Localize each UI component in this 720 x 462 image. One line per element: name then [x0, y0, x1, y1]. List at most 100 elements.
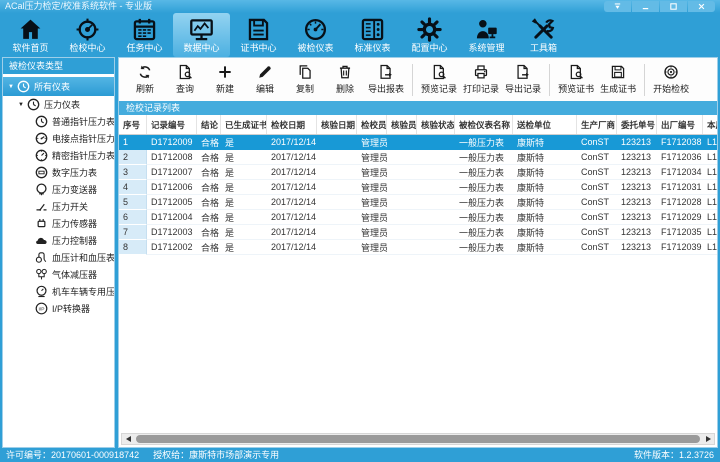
scroll-right-button[interactable] [702, 434, 714, 444]
column-header[interactable]: 送检单位 [513, 115, 577, 134]
tree-item-locomotive-gauge[interactable]: 机车车辆专用压力表 [3, 283, 114, 300]
maximize-button[interactable] [660, 1, 687, 12]
column-header[interactable]: 核验员 [387, 115, 417, 134]
tree-item-label: I/P转换器 [52, 302, 90, 315]
table-cell [387, 165, 417, 180]
tab-standard-instruments[interactable]: 标准仪表 [344, 13, 401, 57]
tab-data-center[interactable]: 数据中心 [173, 13, 230, 57]
table-cell: ConST [577, 165, 617, 180]
column-header[interactable]: 委托单号 [617, 115, 657, 134]
table-cell: 合格 [197, 165, 221, 180]
tree-item-all-instruments[interactable]: ▼所有仪表 [3, 77, 114, 96]
table-cell: 6 [119, 210, 147, 225]
table-cell: 康斯特 [513, 210, 577, 225]
tree-item-label: 机车车辆专用压力表 [52, 285, 115, 298]
scroll-right-icon [706, 436, 711, 442]
copy-button[interactable]: 复制 [285, 60, 325, 100]
delete-button[interactable]: 删除 [325, 60, 365, 100]
table-cell [317, 180, 357, 195]
table-cell: 2017/12/14 [267, 150, 317, 165]
close-button[interactable] [688, 1, 715, 12]
column-header[interactable]: 核验日期 [317, 115, 357, 134]
tree-item-label: 所有仪表 [34, 80, 70, 93]
table-row[interactable]: 2D1712008合格是2017/12/14管理员一般压力表康斯特ConST12… [119, 150, 717, 165]
skin-button[interactable] [604, 1, 631, 12]
tree-item-ip-converter[interactable]: I/PI/P转换器 [3, 300, 114, 317]
table-cell: 合格 [197, 150, 221, 165]
column-header[interactable]: 出厂编号 [657, 115, 703, 134]
table-cell [317, 210, 357, 225]
table-cell: 2017/12/14 [267, 240, 317, 255]
plus-icon [217, 64, 233, 80]
query-button[interactable]: 查询 [165, 60, 205, 100]
tab-dut-instruments[interactable]: 被检仪表 [287, 13, 344, 57]
column-header[interactable]: 本厂 [703, 115, 718, 134]
tree-item-label: 血压计和血压表 [52, 251, 115, 264]
tree-item-pressure-controller[interactable]: 压力控制器 [3, 232, 114, 249]
column-header[interactable]: 被检仪表名称 [455, 115, 513, 134]
tree-item-pressure-instruments[interactable]: ▼压力仪表 [3, 96, 114, 113]
tab-config-center[interactable]: 配置中心 [401, 13, 458, 57]
table-cell: 一般压力表 [455, 195, 513, 210]
scroll-left-button[interactable] [122, 434, 134, 444]
table-cell: 管理员 [357, 195, 387, 210]
start-calibration-button[interactable]: 开始检校 [650, 60, 692, 100]
minimize-button[interactable] [632, 1, 659, 12]
horizontal-scrollbar[interactable] [121, 433, 715, 445]
column-header[interactable]: 序号 [119, 115, 147, 134]
minimize-icon [641, 2, 650, 11]
column-header[interactable]: 检校员 [357, 115, 387, 134]
table-row[interactable]: 5D1712005合格是2017/12/14管理员一般压力表康斯特ConST12… [119, 195, 717, 210]
target-icon [75, 17, 100, 42]
tree-item-contact-pointer-gauge[interactable]: 电接点指针压力表 [3, 130, 114, 147]
table-cell: 管理员 [357, 225, 387, 240]
column-header[interactable]: 已生成证书 [221, 115, 267, 134]
column-header[interactable]: 结论 [197, 115, 221, 134]
tree-item-precision-pointer-gauge[interactable]: 精密指针压力表 [3, 147, 114, 164]
tree-item-digital-pressure-gauge[interactable]: 数字压力表 [3, 164, 114, 181]
refresh-button[interactable]: 刷新 [125, 60, 165, 100]
tab-certificate-center[interactable]: 证书中心 [230, 13, 287, 57]
tree-item-gas-regulator[interactable]: 气体减压器 [3, 266, 114, 283]
table-row[interactable]: 7D1712003合格是2017/12/14管理员一般压力表康斯特ConST12… [119, 225, 717, 240]
column-header[interactable]: 生产厂商 [577, 115, 617, 134]
table-row[interactable]: 3D1712007合格是2017/12/14管理员一般压力表康斯特ConST12… [119, 165, 717, 180]
tab-label: 数据中心 [183, 43, 219, 53]
export-report-button[interactable]: 导出报表 [365, 60, 407, 100]
table-row[interactable]: 8D1712002合格是2017/12/14管理员一般压力表康斯特ConST12… [119, 240, 717, 255]
edit-button[interactable]: 编辑 [245, 60, 285, 100]
export-record-button[interactable]: 导出记录 [502, 60, 544, 100]
table-cell [317, 225, 357, 240]
table-cell: L17 [703, 195, 718, 210]
tree-item-pressure-sensor[interactable]: 压力传感器 [3, 215, 114, 232]
preview-record-button[interactable]: 预览记录 [418, 60, 460, 100]
column-header[interactable]: 检校日期 [267, 115, 317, 134]
preview-certificate-button[interactable]: 预览证书 [555, 60, 597, 100]
tree-item-pressure-switch[interactable]: 压力开关 [3, 198, 114, 215]
tab-system-management[interactable]: 系统管理 [458, 13, 515, 57]
hscroll-thumb[interactable] [136, 435, 700, 443]
search-doc-icon [177, 64, 193, 80]
tab-calibration-center[interactable]: 检校中心 [59, 13, 116, 57]
tree-item-blood-pressure[interactable]: 血压计和血压表 [3, 249, 114, 266]
tab-home[interactable]: 软件首页 [2, 13, 59, 57]
tab-label: 标准仪表 [354, 43, 390, 53]
toolbar-button-label: 预览证书 [558, 82, 594, 95]
table-row[interactable]: 4D1712006合格是2017/12/14管理员一般压力表康斯特ConST12… [119, 180, 717, 195]
table-cell [417, 225, 455, 240]
print-record-button[interactable]: 打印记录 [460, 60, 502, 100]
table-cell: 123213 [617, 210, 657, 225]
tab-task-center[interactable]: 任务中心 [116, 13, 173, 57]
column-header[interactable]: 记录编号 [147, 115, 197, 134]
tree-item-ordinary-pointer-gauge[interactable]: 普通指针压力表 [3, 113, 114, 130]
tab-toolbox[interactable]: 工具箱 [515, 13, 572, 57]
column-header[interactable]: 核验状态 [417, 115, 455, 134]
table-row[interactable]: 6D1712004合格是2017/12/14管理员一般压力表康斯特ConST12… [119, 210, 717, 225]
tree-item-pressure-transmitter[interactable]: 压力变送器 [3, 181, 114, 198]
table-cell: 123213 [617, 195, 657, 210]
toolbar-button-label: 查询 [176, 82, 194, 95]
table-cell: 合格 [197, 225, 221, 240]
table-row[interactable]: 1D1712009合格是2017/12/14管理员一般压力表康斯特ConST12… [119, 135, 717, 150]
generate-certificate-button[interactable]: 生成证书 [597, 60, 639, 100]
new-button[interactable]: 新建 [205, 60, 245, 100]
